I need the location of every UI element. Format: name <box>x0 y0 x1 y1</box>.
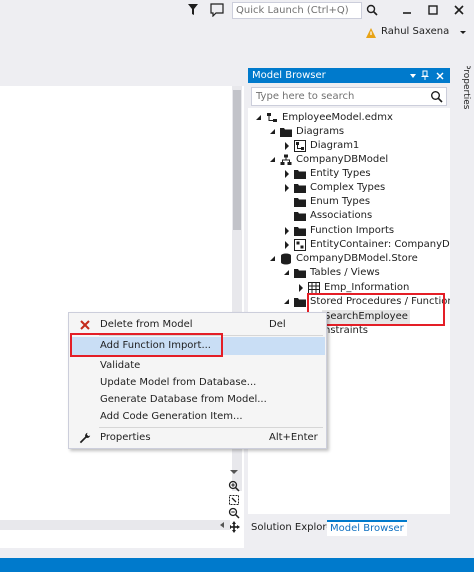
zoom-to-fit-icon[interactable] <box>228 494 240 506</box>
tab-model-browser[interactable]: Model Browser <box>327 520 407 536</box>
tab-properties[interactable]: Properties <box>452 66 472 114</box>
minimize-icon[interactable] <box>398 2 416 18</box>
menu-item-generate-database[interactable]: Generate Database from Model... <box>70 391 325 409</box>
tab-solution-explorer[interactable]: Solution Explorer <box>248 520 340 536</box>
user-name[interactable]: Rahul Saxena <box>381 25 449 39</box>
menu-separator <box>99 427 323 428</box>
folder-icon <box>294 198 306 207</box>
filter-icon[interactable] <box>187 3 199 17</box>
close-icon[interactable] <box>450 2 468 18</box>
tree-label: EntityContainer: CompanyDBEn <box>310 239 450 250</box>
expand-toggle[interactable] <box>282 181 292 195</box>
folder-icon <box>280 128 292 137</box>
properties-tab-label: Properties <box>461 66 471 110</box>
menu-label: Update Model from Database... <box>100 377 257 388</box>
bottom-tab-strip: Solution Explorer Model Browser <box>248 516 450 538</box>
menu-label: Properties <box>100 432 151 443</box>
wrench-icon <box>79 432 91 444</box>
quick-launch-input[interactable]: Quick Launch (Ctrl+Q) <box>232 2 362 19</box>
database-icon <box>281 253 291 265</box>
menu-label: Generate Database from Model... <box>100 394 267 405</box>
tree-label: Diagram1 <box>310 140 360 151</box>
folder-icon <box>294 212 306 221</box>
expand-toggle[interactable] <box>282 224 292 238</box>
expand-toggle[interactable] <box>282 139 292 153</box>
diagram-icon <box>294 140 306 152</box>
folder-icon <box>294 227 306 236</box>
scroll-left-icon[interactable] <box>220 522 224 528</box>
folder-icon <box>294 184 306 193</box>
menu-item-update-model[interactable]: Update Model from Database... <box>70 374 325 392</box>
scroll-down-icon[interactable] <box>230 470 238 474</box>
model-icon <box>280 154 292 165</box>
menu-shortcut: Alt+Enter <box>269 432 318 443</box>
tree-label: Enum Types <box>310 196 371 207</box>
pin-icon[interactable] <box>420 70 430 81</box>
container-icon <box>294 239 306 251</box>
expand-toggle[interactable] <box>268 252 278 266</box>
panel-title: Model Browser <box>252 70 326 81</box>
tree-label: Associations <box>310 210 373 221</box>
tree-label: Complex Types <box>310 182 386 193</box>
expand-toggle[interactable] <box>282 167 292 181</box>
panel-close-icon[interactable] <box>435 70 445 81</box>
properties-side-strip <box>452 62 474 542</box>
menu-label: Delete from Model <box>100 319 193 330</box>
tree-label: nstraints <box>324 325 368 336</box>
search-icon[interactable] <box>366 4 378 16</box>
zoom-in-icon[interactable] <box>228 480 240 492</box>
title-bar: Quick Launch (Ctrl+Q) Rahul Saxena <box>0 0 474 46</box>
expand-toggle[interactable] <box>282 238 292 252</box>
tree-label: CompanyDBModel.Store <box>296 253 418 264</box>
warning-icon[interactable] <box>366 28 376 38</box>
expand-toggle[interactable] <box>268 153 278 167</box>
menu-label: Validate <box>100 360 141 371</box>
tree-label: EmployeeModel.edmx <box>282 112 393 123</box>
edmx-icon <box>267 113 277 122</box>
editor-header-area <box>0 46 244 86</box>
tree-label: CompanyDBModel <box>296 154 389 165</box>
menu-label: Add Code Generation Item... <box>100 411 243 422</box>
zoom-out-icon[interactable] <box>228 507 240 519</box>
search-icon[interactable] <box>430 90 443 103</box>
tree-label: Entity Types <box>310 168 371 179</box>
expand-toggle[interactable] <box>282 295 292 309</box>
menu-shortcut: Del <box>269 319 286 330</box>
tree-label: Tables / Views <box>310 267 380 278</box>
expand-toggle[interactable] <box>296 281 306 295</box>
stored-procedures-callout <box>307 293 445 326</box>
chevron-down-icon[interactable] <box>460 31 466 34</box>
panel-dropdown-icon[interactable] <box>408 70 418 81</box>
maximize-icon[interactable] <box>424 2 442 18</box>
expand-toggle[interactable] <box>268 125 278 139</box>
horizontal-scrollbar[interactable] <box>0 520 230 530</box>
menu-item-add-code-generation[interactable]: Add Code Generation Item... <box>70 408 325 426</box>
folder-icon <box>294 298 306 307</box>
tree-label: Function Imports <box>310 225 395 236</box>
menu-item-validate[interactable]: Validate <box>70 357 325 375</box>
model-browser-search-input[interactable]: Type here to search <box>251 87 447 106</box>
scrollbar-thumb[interactable] <box>233 90 241 230</box>
delete-icon <box>80 320 90 330</box>
expand-toggle[interactable] <box>254 111 264 125</box>
status-bar <box>0 558 474 572</box>
add-function-import-callout <box>70 333 223 357</box>
menu-item-properties[interactable]: Properties Alt+Enter <box>70 429 325 447</box>
feedback-icon[interactable] <box>210 3 224 17</box>
folder-icon <box>294 170 306 179</box>
menu-item-delete-from-model[interactable]: Delete from Model Del <box>70 316 325 334</box>
folder-icon <box>294 269 306 278</box>
tree-label: Diagrams <box>296 126 345 137</box>
expand-toggle[interactable] <box>282 266 292 280</box>
